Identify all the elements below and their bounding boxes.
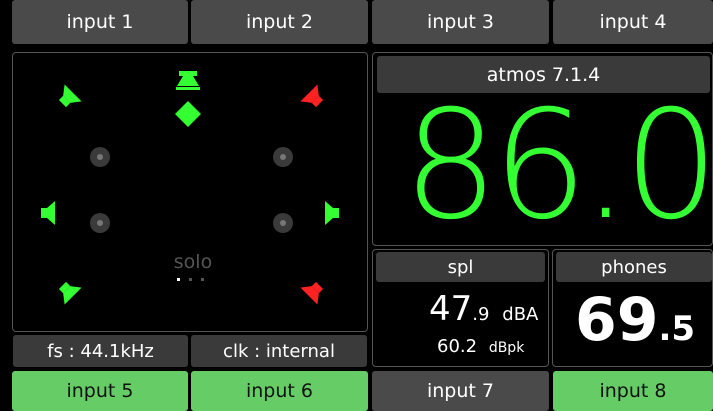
- spl-panel: spl 47.9 dBA 60.2 dBpk: [372, 249, 549, 367]
- main-level-value: 86.0: [403, 79, 713, 253]
- spl-peak-value: 60.2 dBpk: [437, 336, 525, 357]
- phones-panel: phones 69.5: [552, 249, 713, 367]
- main-level-panel: atmos 7.1.4 86.0: [372, 52, 713, 246]
- center-speaker-icon[interactable]: [175, 101, 201, 127]
- input-7-button[interactable]: input 7: [372, 371, 549, 411]
- inactive-speaker-dot[interactable]: [273, 213, 293, 233]
- speaker-bottom-left-icon[interactable]: [54, 277, 82, 305]
- input-4-button[interactable]: input 4: [553, 0, 713, 44]
- speaker-map: [41, 71, 339, 305]
- speaker-left-icon[interactable]: [41, 201, 55, 225]
- speaker-top-left-icon[interactable]: [54, 84, 82, 112]
- inactive-speaker-dot[interactable]: [273, 147, 293, 167]
- input-3-button[interactable]: input 3: [372, 0, 549, 44]
- speaker-right-icon[interactable]: [325, 201, 339, 225]
- page-indicator: [177, 278, 204, 281]
- phones-value: 69.5: [575, 285, 696, 355]
- speaker-layout-panel: solo: [12, 52, 368, 332]
- inactive-speaker-dot[interactable]: [90, 147, 110, 167]
- solo-label[interactable]: solo: [163, 251, 223, 273]
- input-5-button[interactable]: input 5: [12, 371, 188, 411]
- speaker-bottom-right-icon[interactable]: [300, 277, 328, 305]
- sample-rate-status: fs : 44.1kHz: [13, 335, 188, 367]
- speaker-top-right-icon[interactable]: [300, 84, 328, 112]
- speaker-top-center-icon[interactable]: [176, 71, 200, 90]
- inactive-speaker-dot[interactable]: [90, 213, 110, 233]
- spl-value: 47.9 dBA: [429, 289, 539, 329]
- input-2-button[interactable]: input 2: [191, 0, 368, 44]
- input-6-button[interactable]: input 6: [191, 371, 368, 411]
- phones-label[interactable]: phones: [556, 252, 712, 282]
- input-1-button[interactable]: input 1: [12, 0, 188, 44]
- input-8-button[interactable]: input 8: [553, 371, 713, 411]
- spl-label[interactable]: spl: [376, 252, 545, 282]
- clock-status: clk : internal: [191, 335, 367, 367]
